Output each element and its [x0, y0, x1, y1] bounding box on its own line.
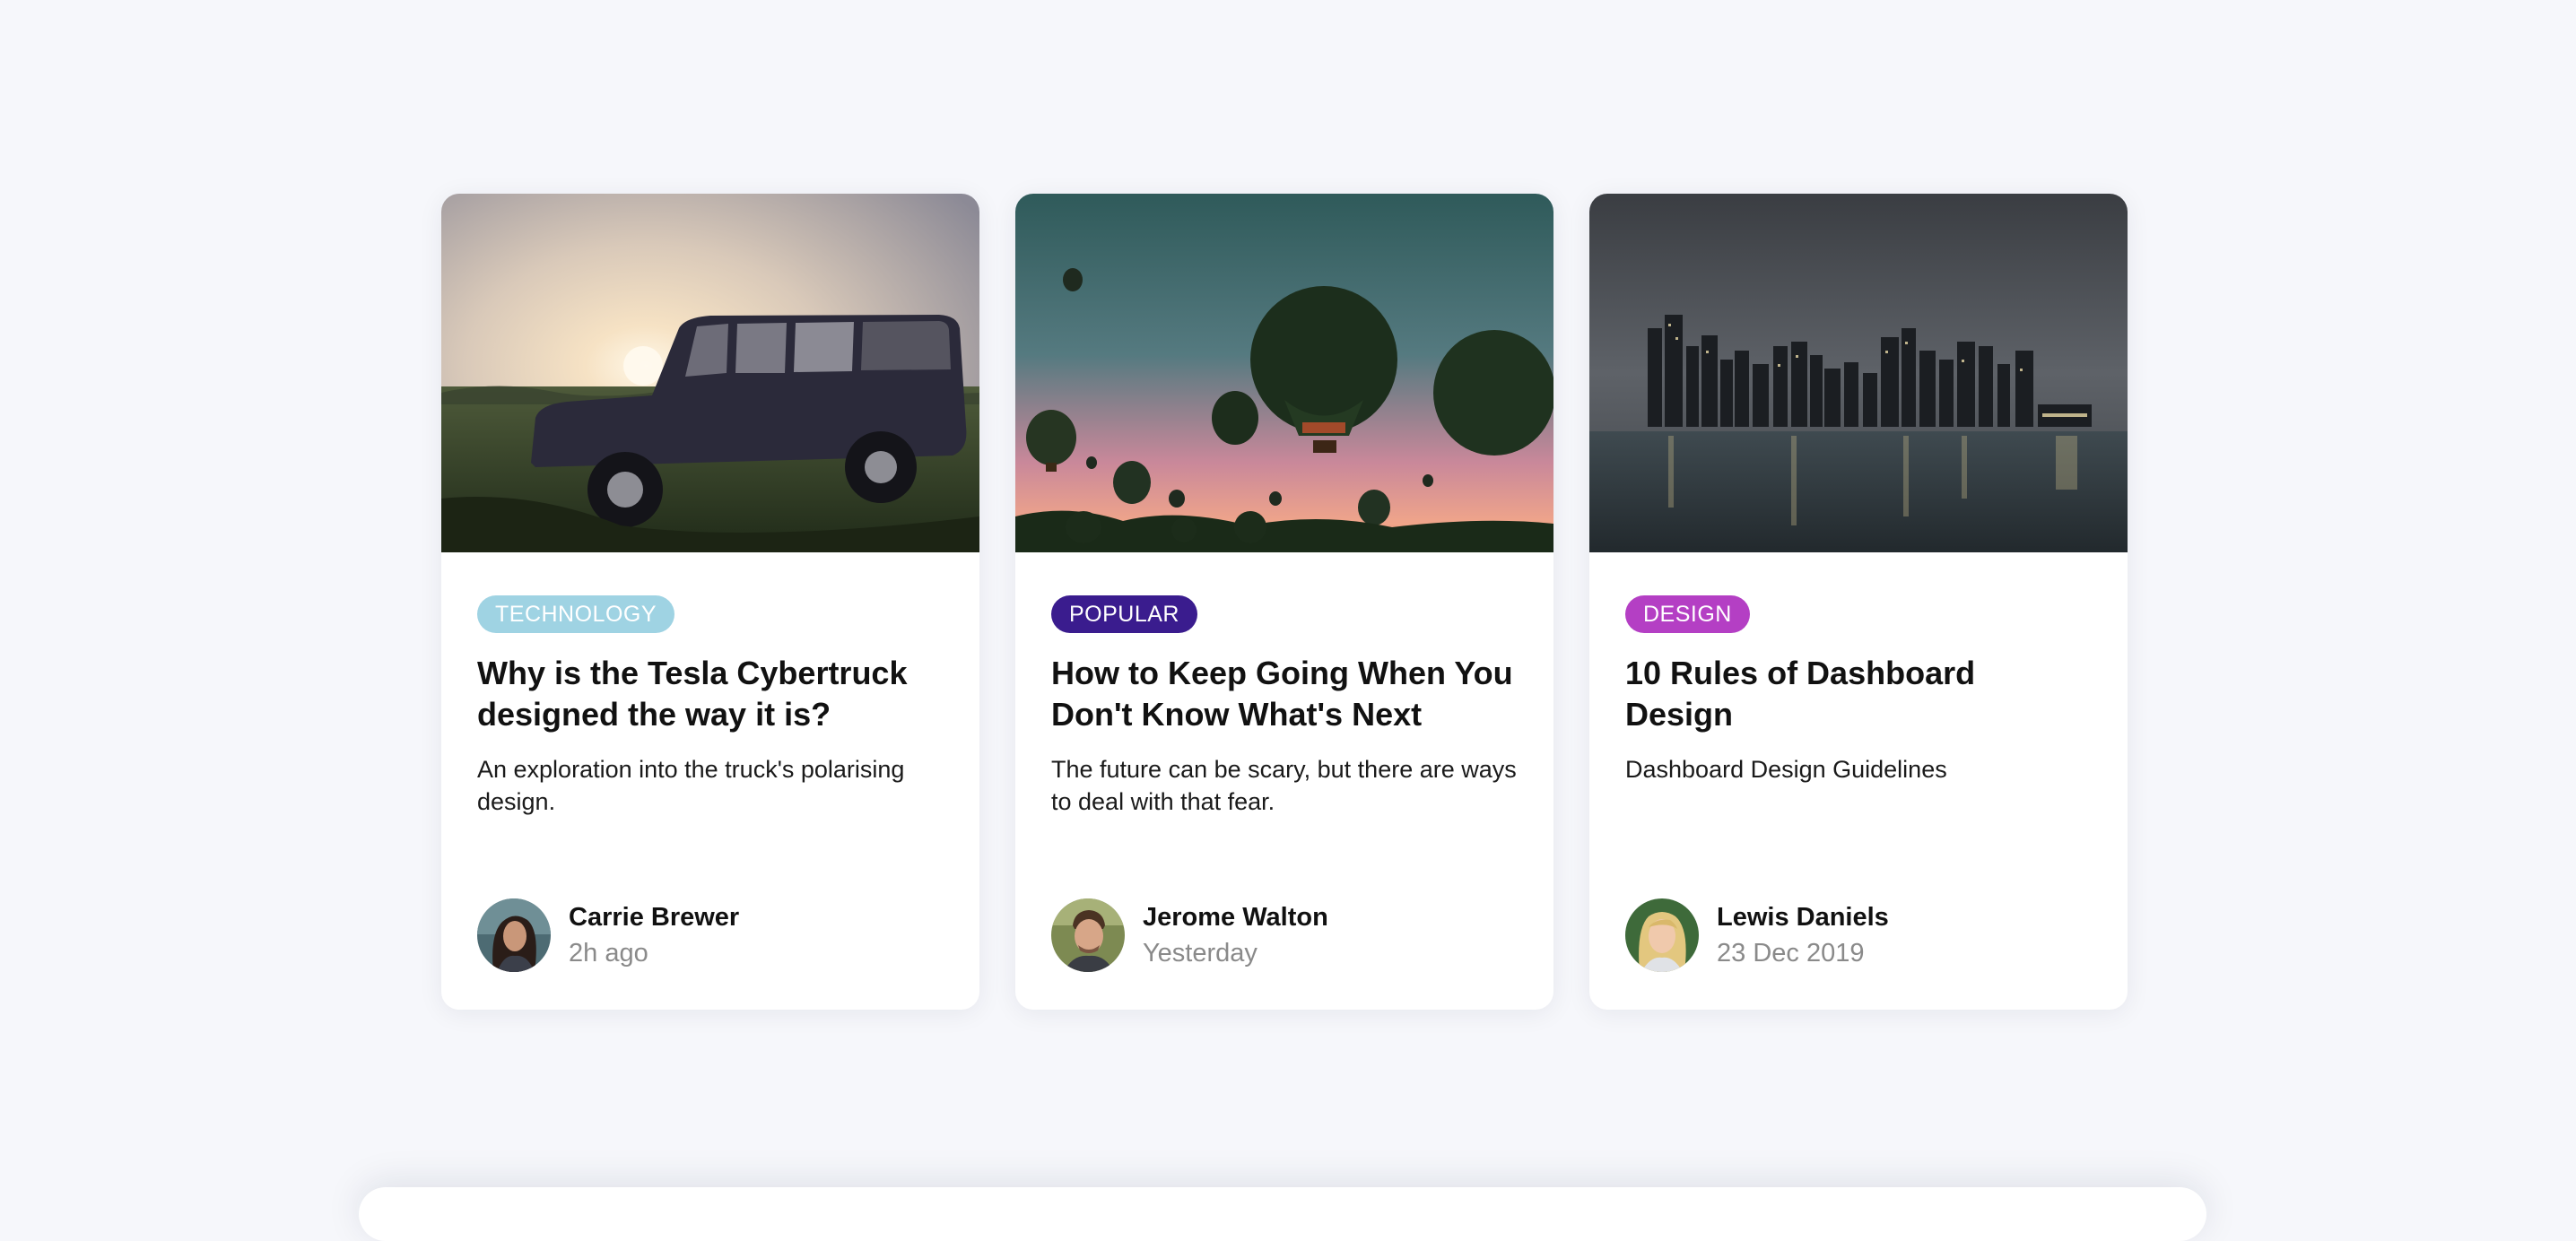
author-name[interactable]: Jerome Walton	[1143, 899, 1328, 935]
article-description: An exploration into the truck's polarisi…	[477, 756, 905, 815]
bottom-panel-edge	[359, 1187, 2206, 1241]
article-card-technology[interactable]: TECHNOLOGY Why is the Tesla Cybertruck d…	[441, 194, 979, 1010]
card-body: DESIGN 10 Rules of Dashboard Design Dash…	[1589, 552, 2128, 1010]
post-time: Yesterday	[1143, 939, 1258, 968]
man-avatar	[1051, 898, 1125, 972]
post-time: 23 Dec 2019	[1717, 939, 1865, 968]
hot-air-balloons-photo[interactable]	[1015, 194, 1553, 552]
article-title[interactable]: How to Keep Going When You Don't Know Wh…	[1051, 653, 1518, 735]
author-name[interactable]: Lewis Daniels	[1717, 899, 1889, 935]
post-time: 2h ago	[569, 939, 648, 968]
article-card-popular[interactable]: POPULAR How to Keep Going When You Don't…	[1015, 194, 1553, 1010]
woman-avatar	[477, 898, 551, 972]
article-card-design[interactable]: DESIGN 10 Rules of Dashboard Design Dash…	[1589, 194, 2128, 1010]
author-info[interactable]: Carrie Brewer 2h ago	[477, 898, 739, 972]
article-title[interactable]: 10 Rules of Dashboard Design	[1625, 653, 2092, 735]
card-grid: TECHNOLOGY Why is the Tesla Cybertruck d…	[441, 194, 2128, 1010]
jeep-sunset-photo[interactable]	[441, 194, 979, 552]
article-description: Dashboard Design Guidelines	[1625, 756, 1947, 783]
blonde-avatar	[1625, 898, 1699, 972]
category-tag[interactable]: DESIGN	[1625, 595, 1750, 633]
article-title[interactable]: Why is the Tesla Cybertruck designed the…	[477, 653, 944, 735]
category-tag[interactable]: POPULAR	[1051, 595, 1197, 633]
city-skyline-photo[interactable]	[1589, 194, 2128, 552]
author-info[interactable]: Jerome Walton Yesterday	[1051, 898, 1328, 972]
page: TECHNOLOGY Why is the Tesla Cybertruck d…	[0, 0, 2576, 1241]
card-body: POPULAR How to Keep Going When You Don't…	[1015, 552, 1553, 1010]
author-info[interactable]: Lewis Daniels 23 Dec 2019	[1625, 898, 1889, 972]
category-tag[interactable]: TECHNOLOGY	[477, 595, 675, 633]
card-body: TECHNOLOGY Why is the Tesla Cybertruck d…	[441, 552, 979, 1010]
author-name[interactable]: Carrie Brewer	[569, 899, 739, 935]
article-description: The future can be scary, but there are w…	[1051, 756, 1517, 815]
